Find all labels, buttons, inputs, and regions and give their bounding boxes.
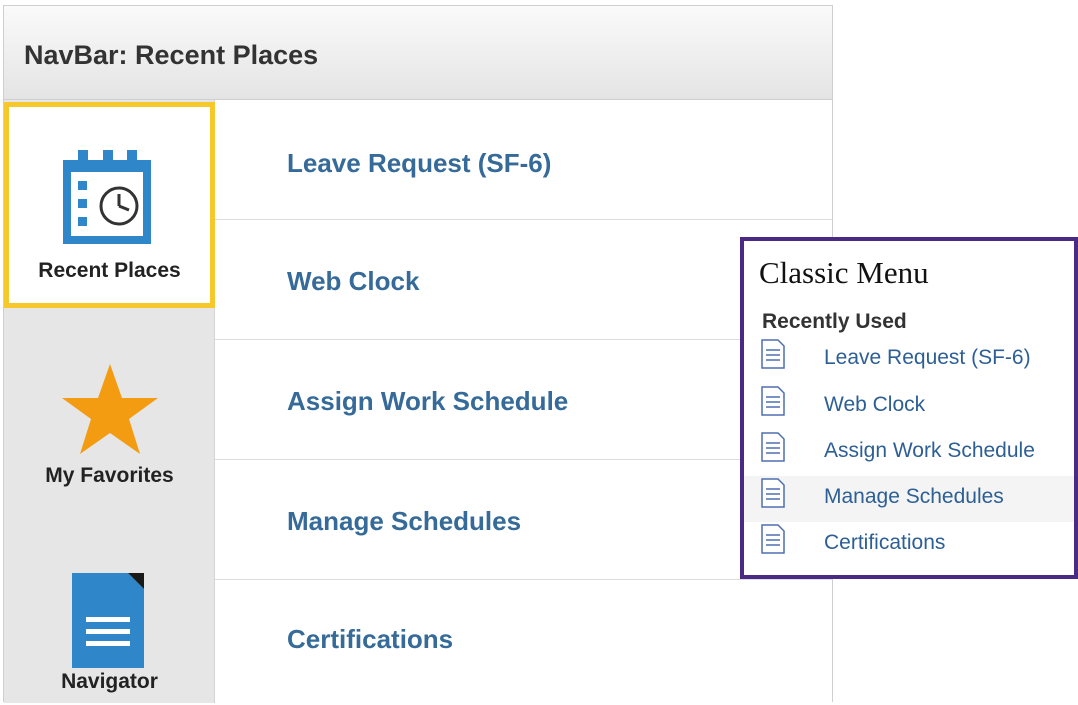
classic-menu-item-label[interactable]: Certifications (824, 531, 945, 555)
tile-label: My Favorites (45, 464, 174, 487)
navbar-title: NavBar: Recent Places (24, 40, 319, 70)
list-item-label[interactable]: Manage Schedules (287, 506, 521, 537)
list-item-label[interactable]: Assign Work Schedule (287, 386, 568, 417)
classic-menu-panel: Classic Menu Recently Used Leave Request… (740, 237, 1078, 579)
tile-label: Recent Places (38, 259, 181, 282)
classic-menu-item-label[interactable]: Web Clock (824, 393, 925, 417)
list-item-label[interactable]: Certifications (287, 624, 453, 655)
list-item-label[interactable]: Web Clock (287, 266, 419, 297)
calendar-clock-icon (63, 150, 151, 244)
tile-my-favorites[interactable]: My Favorites (4, 312, 215, 502)
classic-menu-item-label[interactable]: Manage Schedules (824, 485, 1004, 509)
classic-menu-item[interactable]: Leave Request (SF-6) (744, 337, 1074, 383)
list-item[interactable]: Leave Request (SF-6) (215, 100, 832, 220)
tile-navigator[interactable]: Navigator (4, 510, 215, 705)
classic-menu-item[interactable]: Web Clock (744, 384, 1074, 430)
list-item[interactable]: Certifications (215, 580, 832, 700)
tile-label: Navigator (61, 670, 158, 693)
navbar-panel: NavBar: Recent Places Recent Places My F… (3, 5, 833, 703)
page-icon (761, 339, 785, 369)
page-icon (761, 478, 785, 508)
recently-used-heading: Recently Used (762, 310, 907, 333)
classic-menu-item[interactable]: Assign Work Schedule (744, 430, 1074, 476)
document-icon (72, 573, 144, 668)
tile-recent-places[interactable]: Recent Places (4, 102, 215, 308)
star-icon (62, 364, 158, 454)
page-icon (761, 432, 785, 462)
list-item-label[interactable]: Leave Request (SF-6) (287, 148, 551, 179)
classic-menu-item[interactable]: Certifications (744, 522, 1074, 568)
classic-menu-item-label[interactable]: Assign Work Schedule (824, 439, 1035, 463)
navbar-sidebar: Recent Places My Favorites Navigator (4, 100, 215, 703)
classic-menu-item[interactable]: Manage Schedules (744, 476, 1074, 522)
classic-menu-title: Classic Menu (759, 255, 929, 290)
navbar-header: NavBar: Recent Places (4, 6, 832, 100)
classic-menu-item-label[interactable]: Leave Request (SF-6) (824, 346, 1031, 370)
page-icon (761, 524, 785, 554)
page-icon (761, 386, 785, 416)
